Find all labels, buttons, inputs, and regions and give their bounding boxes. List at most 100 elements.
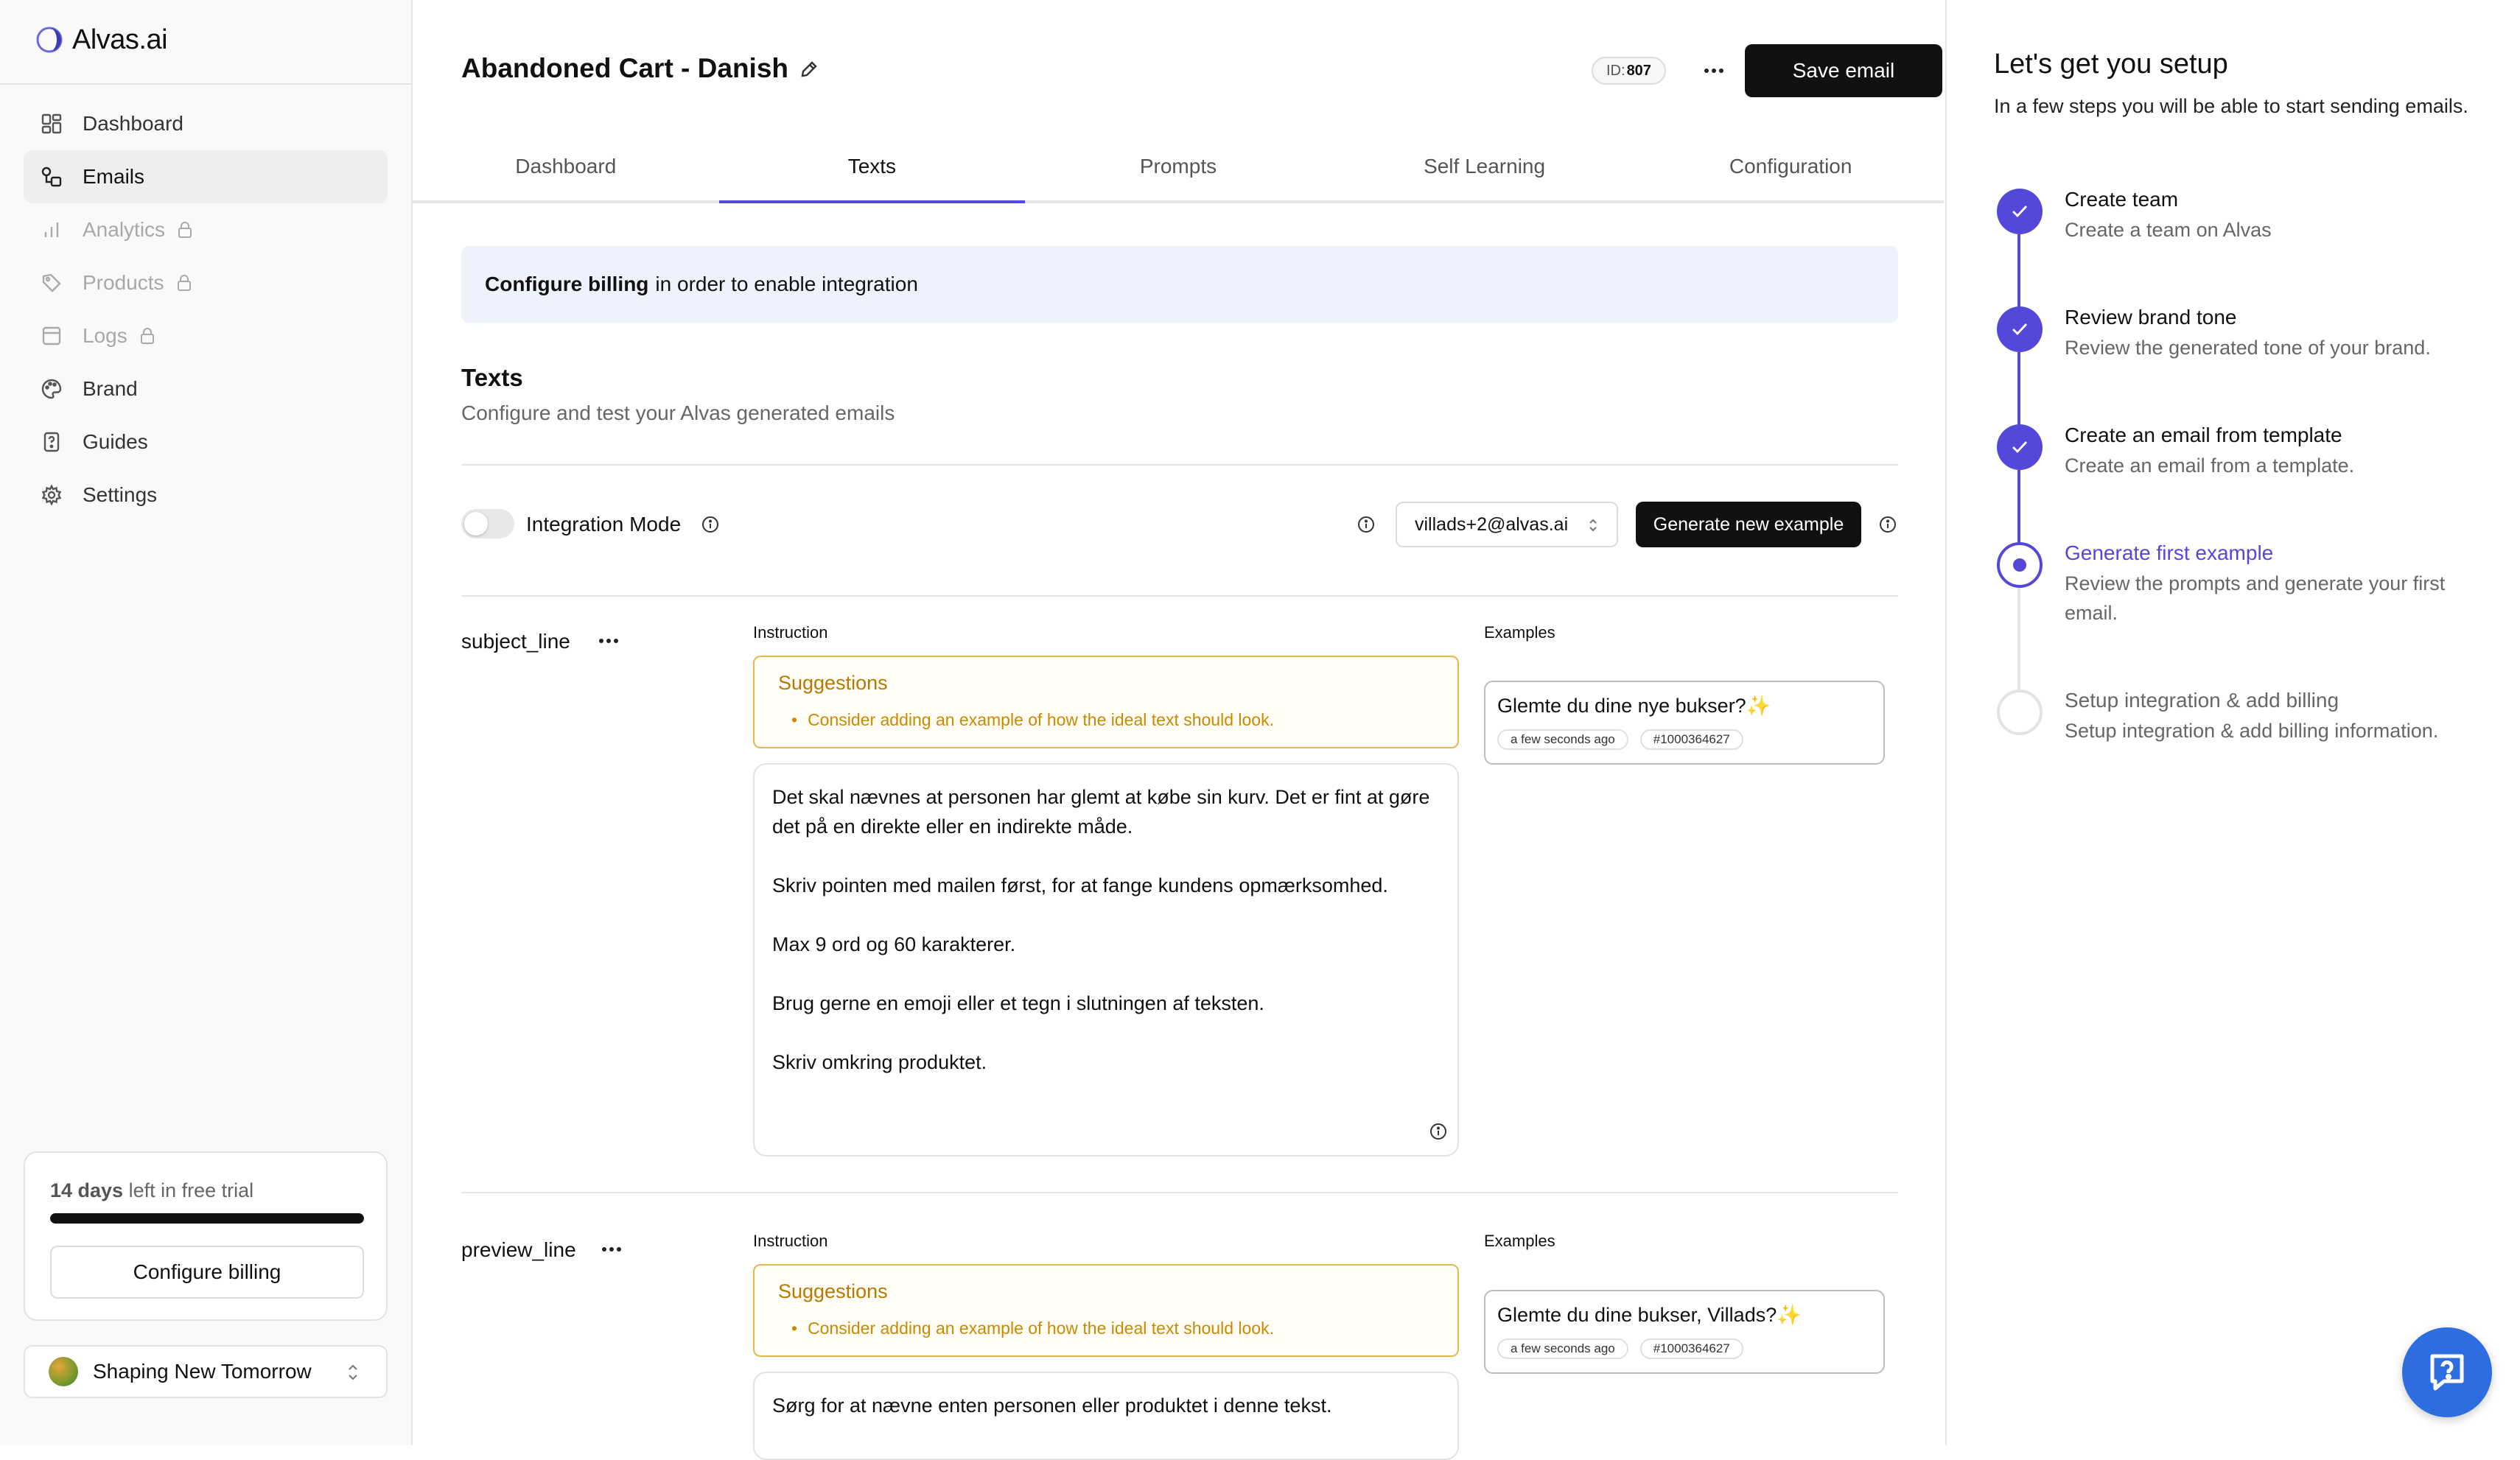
guides-icon [40,430,63,454]
chevron-updown-icon [1587,516,1599,534]
instruction-line: Sørg for at nævne enten personen eller p… [772,1394,1332,1417]
example-meta: a few seconds ago #1000364627 [1497,1338,1743,1359]
sidebar-nav: Dashboard Emails Analytics Products Logs… [24,97,388,522]
check-icon [2012,441,2028,454]
examples-label: Examples [1484,1232,1555,1250]
instruction-textarea[interactable]: Det skal nævnes at personen har glemt at… [753,763,1459,1157]
more-options-button[interactable] [1699,57,1729,84]
step-description: Setup integration & add billing informat… [2065,720,2439,742]
example-meta: a few seconds ago #1000364627 [1497,729,1743,750]
sidebar-item-products[interactable]: Products [24,256,388,309]
emails-icon [40,165,63,189]
instruction-line: Brug gerne en emoji eller et tegn i slut… [772,992,1264,1014]
billing-notice: Configure billing in order to enable int… [461,246,1898,323]
example-card[interactable]: Glemte du dine bukser, Villads?✨ a few s… [1484,1290,1885,1374]
suggestions-title: Suggestions [778,672,888,694]
id-value: 807 [1626,62,1651,79]
info-icon[interactable] [1429,1123,1447,1140]
instruction-line: Skriv omkring produktet. [772,1051,987,1073]
page-title: Abandoned Cart - Danish [461,53,789,83]
sidebar-item-label: Settings [83,483,158,506]
example-card[interactable]: Glemte du dine nye bukser?✨ a few second… [1484,681,1885,765]
setup-subtitle: In a few steps you will be able to start… [1994,95,2468,117]
suggestions-box: Suggestions Consider adding an example o… [753,1264,1459,1357]
step-title[interactable]: Create an email from template [2065,424,2342,447]
step-title[interactable]: Review brand tone [2065,306,2236,329]
sidebar-item-emails[interactable]: Emails [24,150,388,203]
section-title: Texts [461,364,523,391]
step-todo-indicator [1997,689,2043,735]
step-connector [2017,470,2020,545]
info-icon[interactable] [1879,516,1897,533]
step-title[interactable]: Create team [2065,188,2178,211]
info-icon[interactable] [1357,516,1375,533]
test-email-select[interactable]: villads+2@alvas.ai [1396,502,1618,547]
example-text-value: Glemte du dine bukser, Villads? [1497,1304,1777,1326]
step-description: Review the generated tone of your brand. [2065,337,2431,359]
app-name: Alvas.ai [72,24,168,55]
notice-link[interactable]: Configure billing [485,273,648,296]
sidebar-item-label: Brand [83,377,138,400]
help-chat-button[interactable] [2402,1327,2492,1417]
ellipsis-icon[interactable] [598,638,619,644]
sparkle-icon: ✨ [1746,695,1771,717]
trial-progress-fill [50,1213,364,1224]
sidebar-item-analytics[interactable]: Analytics [24,203,388,256]
step-current-indicator [1997,542,2043,588]
tab-dashboard[interactable]: Dashboard [413,133,719,200]
sidebar-item-brand[interactable]: Brand [24,362,388,415]
alvas-logo-icon [36,27,63,53]
divider [461,1192,1898,1193]
tab-texts[interactable]: Texts [718,133,1026,203]
sidebar-item-label: Logs [83,324,127,347]
integration-mode-toggle[interactable] [461,509,514,538]
notice-text: in order to enable integration [655,273,918,295]
example-order-id: #1000364627 [1639,1338,1743,1359]
sidebar-divider [0,83,411,85]
lock-icon [176,274,192,292]
sidebar: Alvas.ai Dashboard Emails Analytics Prod… [0,0,413,1445]
sidebar-item-settings[interactable]: Settings [24,468,388,522]
id-badge: ID: 807 [1592,57,1666,85]
sidebar-item-guides[interactable]: Guides [24,415,388,468]
step-connector [2017,588,2020,692]
generate-new-example-button[interactable]: Generate new example [1636,502,1861,547]
step-connector [2017,352,2020,427]
trial-suffix: left in free trial [128,1179,254,1201]
save-email-button[interactable]: Save email [1745,44,1942,97]
step-done-indicator [1997,306,2043,352]
ellipsis-icon [1704,69,1723,73]
gear-icon [40,483,63,507]
instruction-textarea[interactable]: Sørg for at nævne enten personen eller p… [753,1372,1459,1460]
tab-configuration[interactable]: Configuration [1637,133,1944,200]
step-title[interactable]: Generate first example [2065,541,2273,565]
help-chat-icon [2430,1354,2464,1391]
team-selector[interactable]: Shaping New Tomorrow [24,1345,388,1398]
tab-prompts[interactable]: Prompts [1025,133,1331,200]
ellipsis-icon[interactable] [601,1246,622,1252]
lock-icon [177,221,193,239]
field-name: subject_line [461,630,570,653]
pencil-icon[interactable] [799,59,819,80]
sidebar-item-logs[interactable]: Logs [24,309,388,362]
configure-billing-button[interactable]: Configure billing [50,1246,364,1299]
trial-days: 14 days [50,1179,124,1201]
info-icon[interactable] [701,516,719,533]
test-email-value: villads+2@alvas.ai [1415,513,1569,535]
sidebar-item-label: Analytics [83,218,166,241]
dashboard-icon [40,112,63,136]
instruction-line: Max 9 ord og 60 karakterer. [772,933,1016,955]
step-title[interactable]: Setup integration & add billing [2065,689,2339,712]
app-logo[interactable]: Alvas.ai [35,24,168,56]
sidebar-item-dashboard[interactable]: Dashboard [24,97,388,150]
step-connector [2017,234,2020,309]
id-label: ID: [1606,62,1625,79]
tab-self-learning[interactable]: Self Learning [1331,133,1638,200]
sidebar-item-label: Products [83,271,164,294]
sidebar-item-label: Emails [83,165,145,188]
setup-title: Let's get you setup [1994,49,2228,80]
step-description: Create an email from a template. [2065,455,2355,477]
divider [461,464,1898,466]
example-text: Glemte du dine bukser, Villads?✨ [1497,1303,1802,1327]
suggestion-item: Consider adding an example of how the id… [791,1319,1274,1338]
